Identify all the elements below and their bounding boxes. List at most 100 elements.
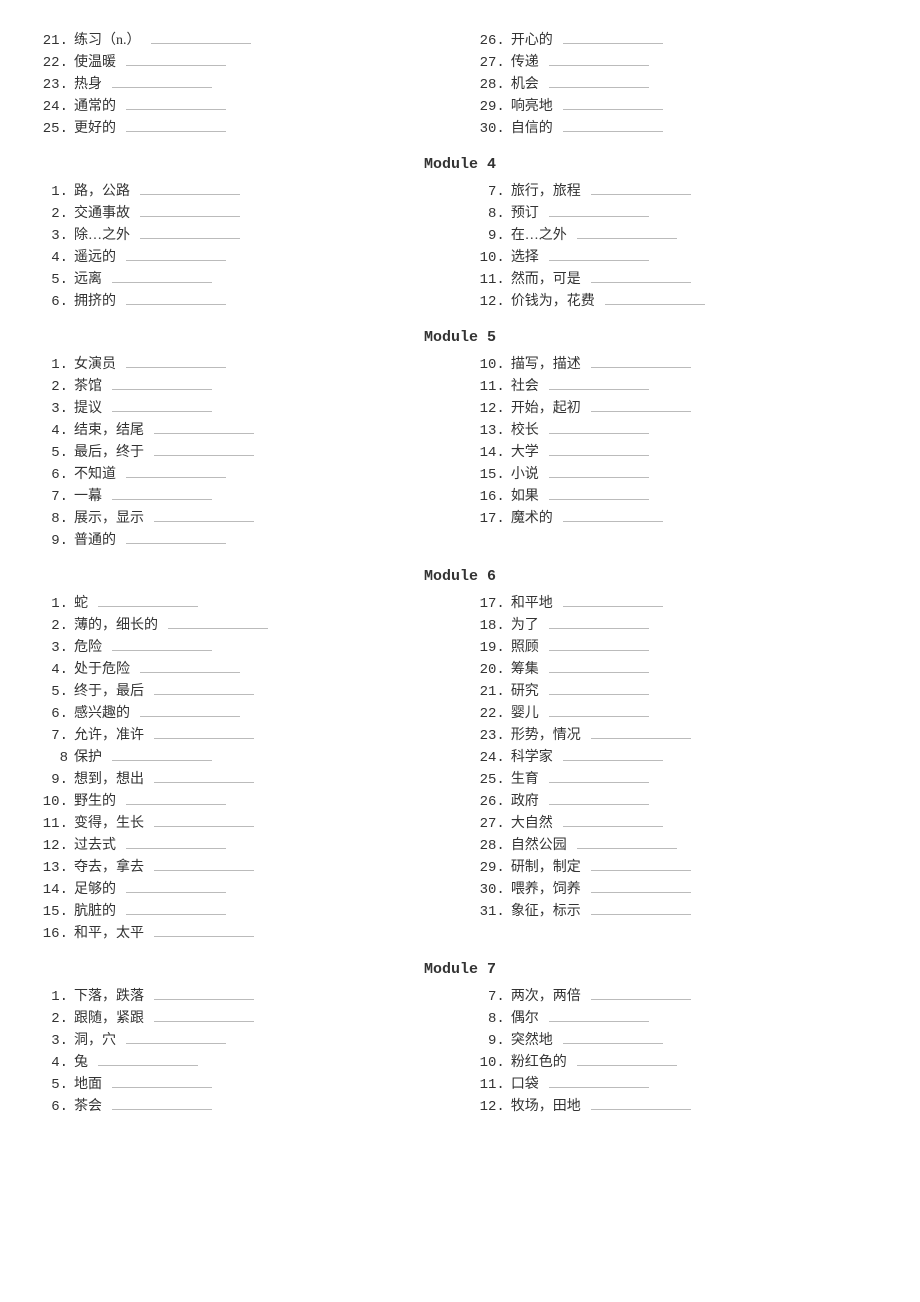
answer-blank[interactable] <box>154 509 254 522</box>
vocab-item[interactable]: 2.跟随，紧跟 <box>40 1008 443 1030</box>
vocab-item[interactable]: 3.提议 <box>40 398 443 420</box>
vocab-item[interactable]: 21.研究 <box>477 681 880 703</box>
answer-blank[interactable] <box>98 594 198 607</box>
vocab-item[interactable]: 1.女演员 <box>40 354 443 376</box>
answer-blank[interactable] <box>140 182 240 195</box>
vocab-item[interactable]: 11.口袋 <box>477 1074 880 1096</box>
answer-blank[interactable] <box>112 638 212 651</box>
answer-blank[interactable] <box>126 902 226 915</box>
vocab-item[interactable]: 27.传递 <box>477 52 880 74</box>
answer-blank[interactable] <box>154 421 254 434</box>
vocab-item[interactable]: 2.交通事故 <box>40 203 443 225</box>
vocab-item[interactable]: 21.练习（n.） <box>40 30 443 52</box>
vocab-item[interactable]: 7.两次，两倍 <box>477 986 880 1008</box>
answer-blank[interactable] <box>591 902 691 915</box>
vocab-item[interactable]: 12.开始，起初 <box>477 398 880 420</box>
answer-blank[interactable] <box>112 270 212 283</box>
vocab-item[interactable]: 9.突然地 <box>477 1030 880 1052</box>
answer-blank[interactable] <box>591 858 691 871</box>
vocab-item[interactable]: 31.象征，标示 <box>477 901 880 923</box>
answer-blank[interactable] <box>126 248 226 261</box>
answer-blank[interactable] <box>154 987 254 1000</box>
answer-blank[interactable] <box>126 53 226 66</box>
answer-blank[interactable] <box>563 594 663 607</box>
vocab-item[interactable]: 22.婴儿 <box>477 703 880 725</box>
answer-blank[interactable] <box>126 292 226 305</box>
vocab-item[interactable]: 23.形势，情况 <box>477 725 880 747</box>
answer-blank[interactable] <box>98 1053 198 1066</box>
answer-blank[interactable] <box>112 399 212 412</box>
answer-blank[interactable] <box>563 509 663 522</box>
answer-blank[interactable] <box>154 924 254 937</box>
answer-blank[interactable] <box>549 770 649 783</box>
answer-blank[interactable] <box>591 1097 691 1110</box>
vocab-item[interactable]: 2.茶馆 <box>40 376 443 398</box>
answer-blank[interactable] <box>563 814 663 827</box>
vocab-item[interactable]: 25.生育 <box>477 769 880 791</box>
vocab-item[interactable]: 7.一幕 <box>40 486 443 508</box>
answer-blank[interactable] <box>154 858 254 871</box>
vocab-item[interactable]: 1.蛇 <box>40 593 443 615</box>
answer-blank[interactable] <box>154 1009 254 1022</box>
answer-blank[interactable] <box>549 465 649 478</box>
vocab-item[interactable]: 4.遥远的 <box>40 247 443 269</box>
vocab-item[interactable]: 10.选择 <box>477 247 880 269</box>
vocab-item[interactable]: 12.价钱为，花费 <box>477 291 880 313</box>
vocab-item[interactable]: 13.校长 <box>477 420 880 442</box>
answer-blank[interactable] <box>126 355 226 368</box>
answer-blank[interactable] <box>577 836 677 849</box>
answer-blank[interactable] <box>112 487 212 500</box>
vocab-item[interactable]: 12.牧场，田地 <box>477 1096 880 1118</box>
vocab-item[interactable]: 17.和平地 <box>477 593 880 615</box>
answer-blank[interactable] <box>112 377 212 390</box>
vocab-item[interactable]: 16.和平，太平 <box>40 923 443 945</box>
answer-blank[interactable] <box>549 75 649 88</box>
vocab-item[interactable]: 10.粉红色的 <box>477 1052 880 1074</box>
vocab-item[interactable]: 30.自信的 <box>477 118 880 140</box>
answer-blank[interactable] <box>112 748 212 761</box>
vocab-item[interactable]: 4.兔 <box>40 1052 443 1074</box>
answer-blank[interactable] <box>151 31 251 44</box>
vocab-item[interactable]: 4.结束，结尾 <box>40 420 443 442</box>
answer-blank[interactable] <box>112 75 212 88</box>
answer-blank[interactable] <box>577 1053 677 1066</box>
vocab-item[interactable]: 8.展示，显示 <box>40 508 443 530</box>
answer-blank[interactable] <box>549 792 649 805</box>
answer-blank[interactable] <box>549 248 649 261</box>
answer-blank[interactable] <box>126 531 226 544</box>
vocab-item[interactable]: 11.变得，生长 <box>40 813 443 835</box>
answer-blank[interactable] <box>549 638 649 651</box>
vocab-item[interactable]: 2.薄的，细长的 <box>40 615 443 637</box>
answer-blank[interactable] <box>126 836 226 849</box>
answer-blank[interactable] <box>577 226 677 239</box>
vocab-item[interactable]: 19.照顾 <box>477 637 880 659</box>
vocab-item[interactable]: 11.然而，可是 <box>477 269 880 291</box>
answer-blank[interactable] <box>549 53 649 66</box>
vocab-item[interactable]: 29.响亮地 <box>477 96 880 118</box>
answer-blank[interactable] <box>591 270 691 283</box>
answer-blank[interactable] <box>563 748 663 761</box>
vocab-item[interactable]: 30.喂养，饲养 <box>477 879 880 901</box>
vocab-item[interactable]: 24.通常的 <box>40 96 443 118</box>
vocab-item[interactable]: 8.偶尔 <box>477 1008 880 1030</box>
vocab-item[interactable]: 6.拥挤的 <box>40 291 443 313</box>
answer-blank[interactable] <box>591 182 691 195</box>
vocab-item[interactable]: 9.在…之外 <box>477 225 880 247</box>
vocab-item[interactable]: 8.预订 <box>477 203 880 225</box>
answer-blank[interactable] <box>126 792 226 805</box>
vocab-item[interactable]: 7.允许，准许 <box>40 725 443 747</box>
vocab-item[interactable]: 14.足够的 <box>40 879 443 901</box>
answer-blank[interactable] <box>549 377 649 390</box>
vocab-item[interactable]: 23.热身 <box>40 74 443 96</box>
answer-blank[interactable] <box>591 355 691 368</box>
vocab-item[interactable]: 28.自然公园 <box>477 835 880 857</box>
answer-blank[interactable] <box>140 204 240 217</box>
answer-blank[interactable] <box>140 704 240 717</box>
answer-blank[interactable] <box>140 660 240 673</box>
vocab-item[interactable]: 6.不知道 <box>40 464 443 486</box>
vocab-item[interactable]: 5.远离 <box>40 269 443 291</box>
answer-blank[interactable] <box>112 1097 212 1110</box>
answer-blank[interactable] <box>591 399 691 412</box>
answer-blank[interactable] <box>549 1009 649 1022</box>
answer-blank[interactable] <box>154 443 254 456</box>
